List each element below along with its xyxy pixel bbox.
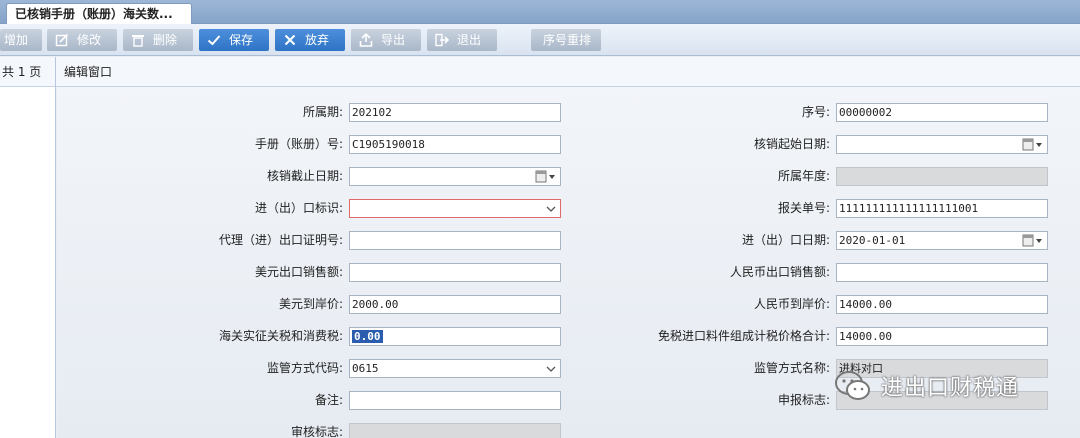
manual-no-label: 手册（账册）号: (254, 137, 343, 151)
customs-tax-label: 海关实征关税和消费税: (218, 329, 343, 343)
add-button-label: 增加 (4, 33, 29, 47)
agent-cert-input[interactable] (349, 231, 561, 250)
declare-flag-label: 申报标志: (777, 393, 830, 407)
toolbar: 增加 修改 删除 保存 放弃 导出 退出 序号重排 (0, 24, 1080, 56)
check-icon (207, 33, 221, 47)
reorder-button[interactable]: 序号重排 (531, 29, 601, 51)
tab-bar: 已核销手册（账册）海关数... (0, 0, 1080, 24)
export-button-label: 导出 (381, 33, 406, 47)
delete-button-label: 删除 (153, 33, 178, 47)
io-flag-label: 进（出）口标识: (254, 201, 343, 215)
supervision-code-label: 监管方式代码: (266, 361, 343, 375)
io-flag-select[interactable] (349, 199, 561, 218)
calendar-icon[interactable] (1022, 138, 1044, 151)
customs-tax-value: 0.00 (352, 330, 383, 343)
record-list-panel[interactable] (0, 87, 56, 438)
trash-icon (131, 33, 145, 47)
save-button-label: 保存 (229, 33, 254, 47)
rmb-cif-label: 人民币到岸价: (753, 297, 830, 311)
sub-bar: 共 1 页 编辑窗口 (0, 57, 1080, 87)
exit-button[interactable]: 退出 (427, 29, 497, 51)
year-input (836, 167, 1048, 186)
usd-cif-label: 美元到岸价: (278, 297, 343, 311)
seq-input[interactable]: 00000002 (836, 103, 1048, 122)
rmb-export-sales-label: 人民币出口销售额: (729, 265, 830, 279)
export-button[interactable]: 导出 (351, 29, 421, 51)
chevron-down-icon[interactable] (546, 200, 556, 217)
declaration-no-label: 报关单号: (777, 201, 830, 215)
page-count: 共 1 页 (0, 57, 56, 87)
delete-button[interactable]: 删除 (123, 29, 193, 51)
tab-verified-manual[interactable]: 已核销手册（账册）海关数... (6, 3, 192, 24)
discard-button-label: 放弃 (305, 33, 330, 47)
exit-icon (435, 33, 449, 47)
export-icon (359, 33, 373, 47)
usd-cif-input[interactable]: 2000.00 (349, 295, 561, 314)
rmb-export-sales-input[interactable] (836, 263, 1048, 282)
agent-cert-label: 代理（进）出口证明号: (218, 233, 343, 247)
watermark: 进出口财税通 (833, 366, 1073, 406)
discard-button[interactable]: 放弃 (275, 29, 345, 51)
wechat-icon (835, 371, 870, 400)
calendar-icon[interactable] (1022, 234, 1044, 247)
usd-export-sales-input[interactable] (349, 263, 561, 282)
rmb-cif-input[interactable]: 14000.00 (836, 295, 1048, 314)
manual-no-input[interactable]: C1905190018 (349, 135, 561, 154)
duty-free-total-label: 免税进口料件组成计税价格合计: (657, 329, 830, 343)
period-label: 所属期: (302, 105, 343, 119)
verify-end-datepicker[interactable] (349, 167, 561, 186)
verify-start-datepicker[interactable] (836, 135, 1048, 154)
verify-end-label: 核销截止日期: (266, 169, 343, 183)
year-label: 所属年度: (777, 169, 830, 183)
usd-export-sales-label: 美元出口销售额: (254, 265, 343, 279)
remark-label: 备注: (314, 393, 343, 407)
edit-button-label: 修改 (77, 33, 102, 47)
duty-free-total-input[interactable]: 14000.00 (836, 327, 1048, 346)
edit-button[interactable]: 修改 (47, 29, 117, 51)
reorder-button-label: 序号重排 (543, 33, 592, 47)
exit-button-label: 退出 (457, 33, 482, 47)
supervision-code-value: 0615 (352, 362, 379, 375)
calendar-icon[interactable] (535, 170, 557, 183)
seq-label: 序号: (801, 105, 830, 119)
io-date-value: 2020-01-01 (839, 234, 906, 247)
io-date-datepicker[interactable]: 2020-01-01 (836, 231, 1048, 250)
audit-flag-input (349, 423, 561, 438)
declaration-no-input[interactable]: 111111111111111111001 (836, 199, 1048, 218)
close-icon (283, 33, 297, 47)
audit-flag-label: 审核标志: (290, 425, 343, 438)
chevron-down-icon[interactable] (546, 360, 556, 377)
edit-icon (55, 33, 69, 47)
verify-start-label: 核销起始日期: (753, 137, 830, 151)
period-input[interactable]: 202102 (349, 103, 561, 122)
customs-tax-input[interactable]: 0.00 (349, 327, 561, 346)
save-button[interactable]: 保存 (199, 29, 269, 51)
io-date-label: 进（出）口日期: (741, 233, 830, 247)
add-button[interactable]: 增加 (0, 29, 42, 51)
watermark-text: 进出口财税通 (881, 376, 1020, 401)
remark-input[interactable] (349, 391, 561, 410)
supervision-name-label: 监管方式名称: (753, 361, 830, 375)
supervision-code-select[interactable]: 0615 (349, 359, 561, 378)
window-title: 编辑窗口 (64, 65, 113, 79)
